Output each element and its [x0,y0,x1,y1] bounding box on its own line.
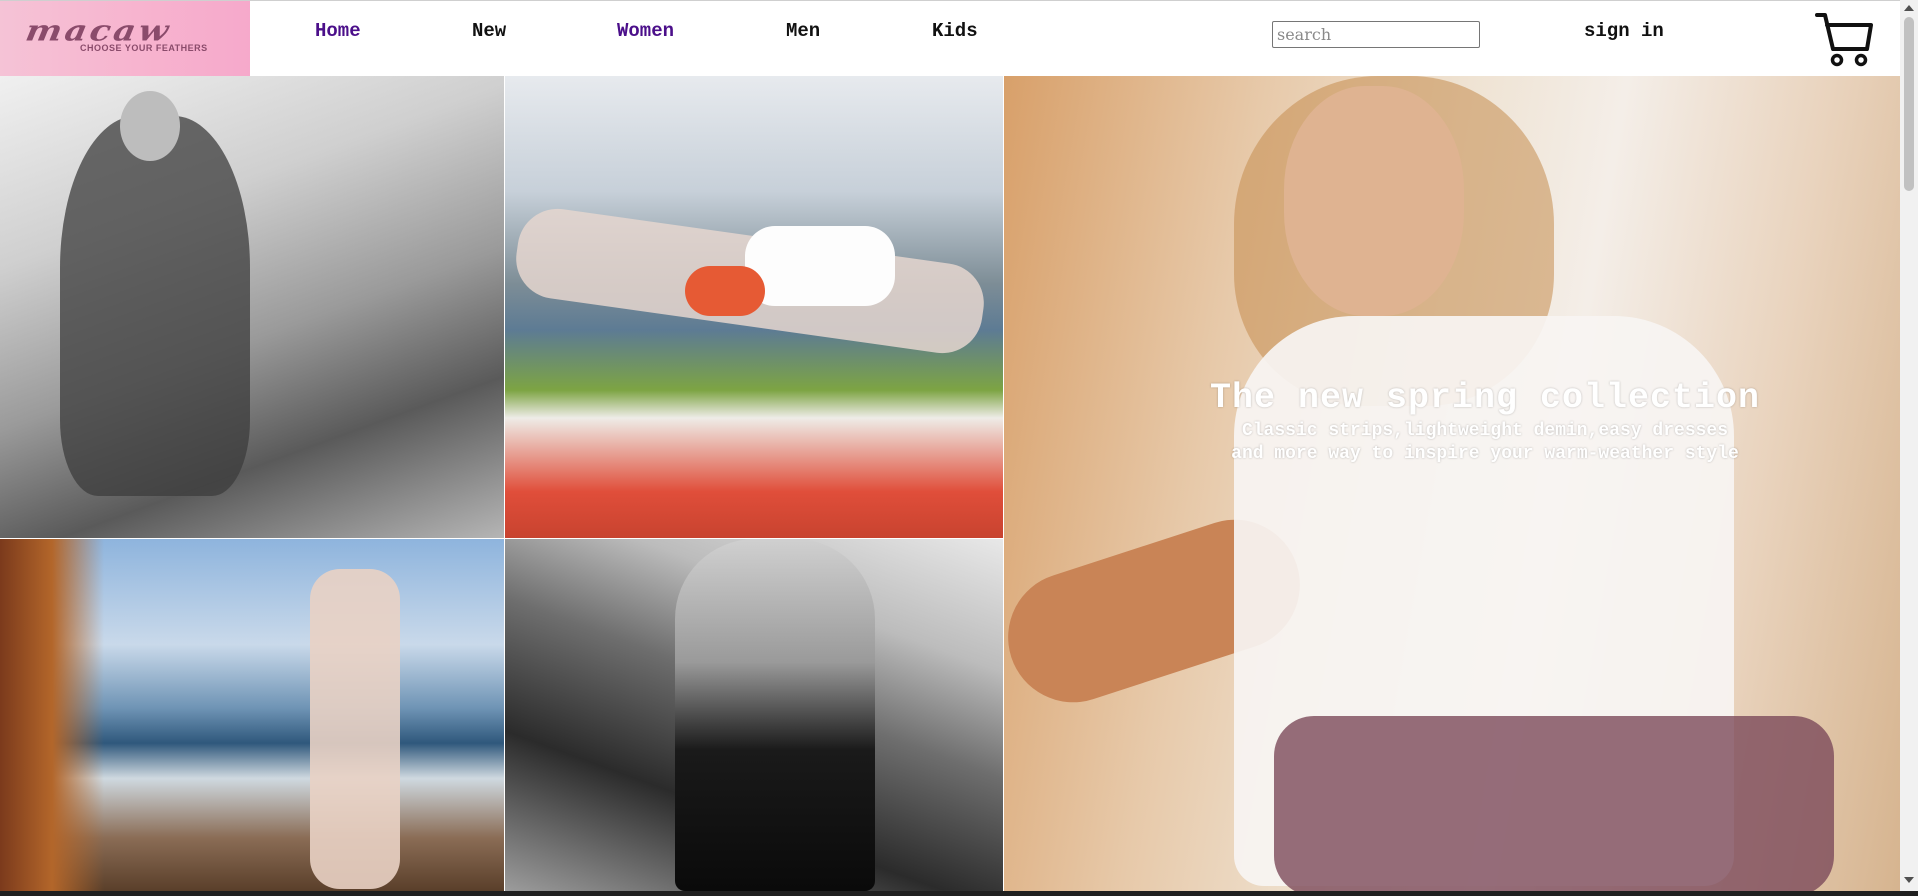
logo-tagline: CHOOSE YOUR FEATHERS [80,43,208,53]
photo-woman-back-harbor-bw[interactable] [505,539,1003,891]
photo-woman-on-boat[interactable] [505,76,1003,538]
hero-caption: The new spring collection Classic strips… [1004,378,1918,466]
search-input[interactable] [1272,21,1480,48]
photo-figure [675,539,875,891]
photo-woman-street-bw[interactable] [0,76,504,538]
scroll-up-arrow-icon[interactable] [1904,5,1914,11]
photo-figure-head [120,91,180,161]
photo-hero-woman-white-shirt[interactable] [1004,76,1900,891]
photo-woman-beach[interactable] [0,539,504,891]
site-header: macaw CHOOSE YOUR FEATHERS Home New Wome… [0,1,1900,76]
photo-foreground-frame [0,539,130,891]
window-bottom-edge [0,891,1918,896]
nav-kids[interactable]: Kids [932,20,978,42]
nav-home[interactable]: Home [315,20,361,42]
nav-new[interactable]: New [472,20,506,42]
nav-women[interactable]: Women [617,20,674,42]
photo-figure [310,569,400,889]
hero-headline: The new spring collection [1209,378,1761,418]
photo-figure-skirt [1274,716,1834,891]
sign-in-link[interactable]: sign in [1584,20,1664,42]
shopping-cart-icon[interactable] [1815,11,1873,69]
scroll-down-arrow-icon[interactable] [1904,877,1914,883]
brand-logo[interactable]: macaw CHOOSE YOUR FEATHERS [0,1,250,76]
photo-figure [60,116,250,496]
page-scrollbar[interactable] [1900,0,1918,891]
scroll-thumb[interactable] [1904,17,1914,191]
hero-subtext: Classic strips,lightweight demin,easy dr… [1231,421,1739,464]
photo-figure-swimwear [685,266,765,316]
nav-men[interactable]: Men [786,20,820,42]
photo-figure-top [745,226,895,306]
photo-figure-face [1284,86,1464,316]
